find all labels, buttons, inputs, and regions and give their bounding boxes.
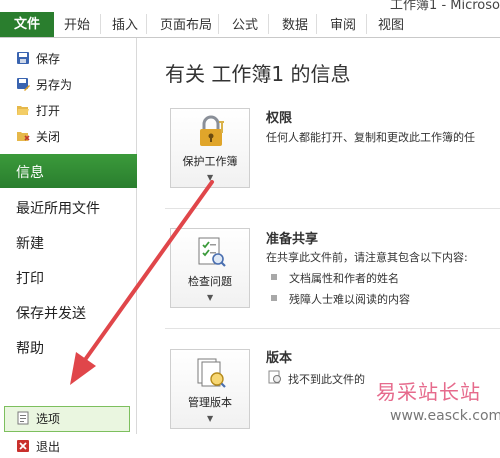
tab-formulas[interactable]: 公式 (232, 14, 258, 33)
versions-text: 找不到此文件的 (288, 373, 365, 386)
versions-heading: 版本 (266, 351, 293, 366)
permissions-heading: 权限 (266, 111, 293, 126)
section-divider (165, 328, 500, 329)
window-title: 工作簿1 - Microso (390, 0, 500, 13)
nav-exit[interactable]: 退出 (0, 434, 136, 458)
dropdown-arrow-icon: ▼ (207, 414, 214, 423)
nav-new[interactable]: 新建 (0, 225, 136, 259)
lock-key-icon (200, 115, 224, 146)
open-folder-icon (17, 106, 29, 115)
nav-close-label: 关闭 (36, 130, 61, 144)
tab-page-layout[interactable]: 页面布局 (160, 14, 212, 33)
tab-home[interactable]: 开始 (64, 14, 90, 33)
section-divider (165, 208, 500, 209)
ribbon-tab-bar: 文件 开始 插入 页面布局 公式 数据 审阅 视图 工作簿1 - Microso (0, 0, 500, 38)
nav-close[interactable]: 关闭 (0, 124, 136, 148)
protect-workbook-button[interactable]: 保护工作簿 ▼ (170, 108, 250, 188)
nav-save-label: 保存 (36, 52, 61, 66)
nav-save-send[interactable]: 保存并发送 (0, 295, 136, 329)
close-folder-icon (17, 132, 30, 141)
prepare-sharing-heading: 准备共享 (266, 232, 319, 247)
tab-separator (218, 14, 219, 34)
nav-save-as[interactable]: 另存为 (0, 72, 136, 96)
no-versions-icon (268, 370, 281, 384)
nav-open[interactable]: 打开 (0, 98, 136, 122)
tab-separator (316, 14, 317, 34)
nav-recent-label: 最近所用文件 (16, 201, 100, 217)
tab-review[interactable]: 审阅 (330, 14, 356, 33)
permissions-text: 任何人都能打开、复制和更改此工作簿的任 (266, 131, 475, 144)
dropdown-arrow-icon: ▼ (207, 293, 214, 302)
tab-view[interactable]: 视图 (378, 14, 404, 33)
info-panel: 有关 工作簿1 的信息 保护工作簿 ▼ 权限 任何人都能打开、复制和更改此工作簿… (137, 38, 500, 434)
nav-save-send-label: 保存并发送 (16, 306, 86, 322)
tab-insert[interactable]: 插入 (112, 14, 138, 33)
nav-options-label: 选项 (36, 412, 61, 426)
nav-info-label: 信息 (16, 165, 44, 181)
nav-info[interactable]: 信息 (0, 154, 150, 188)
manage-versions-button[interactable]: 管理版本 ▼ (170, 349, 250, 429)
check-issues-label: 检查问题 (188, 275, 232, 288)
page-title: 有关 工作簿1 的信息 (165, 62, 351, 86)
tab-separator (146, 14, 147, 34)
save-icon (17, 52, 29, 64)
watermark-text: 易采站长站 (376, 380, 481, 404)
tab-data[interactable]: 数据 (282, 14, 308, 33)
protect-workbook-label: 保护工作簿 (182, 155, 238, 168)
nav-print[interactable]: 打印 (0, 260, 136, 294)
exit-icon (17, 440, 29, 452)
backstage-nav: 保存 另存为 打开 关闭 信息 最近所用文件 新建 打印 保存并发送 帮助 选项… (0, 38, 150, 454)
nav-exit-label: 退出 (36, 440, 61, 454)
tab-file[interactable]: 文件 (0, 12, 54, 37)
nav-print-label: 打印 (16, 271, 44, 287)
tab-separator (100, 14, 101, 34)
tab-separator (268, 14, 269, 34)
nav-options[interactable]: 选项 (0, 406, 136, 430)
dropdown-arrow-icon: ▼ (207, 173, 214, 182)
list-item-text: 残障人士难以阅读的内容 (289, 293, 410, 306)
prepare-sharing-text: 在共享此文件前，请注意其包含以下内容: (266, 251, 468, 264)
tab-separator (366, 14, 367, 34)
check-issues-button[interactable]: 检查问题 ▼ (170, 228, 250, 308)
nav-open-label: 打开 (36, 104, 61, 118)
save-as-icon (17, 78, 30, 91)
nav-save[interactable]: 保存 (0, 46, 136, 70)
nav-help[interactable]: 帮助 (0, 330, 136, 364)
nav-new-label: 新建 (16, 236, 44, 252)
nav-recent[interactable]: 最近所用文件 (0, 190, 136, 224)
manage-versions-icon (197, 358, 226, 388)
list-item-text: 文档属性和作者的姓名 (289, 272, 399, 285)
watermark-url: www.easck.com (390, 408, 500, 424)
manage-versions-label: 管理版本 (188, 396, 232, 409)
nav-save-as-label: 另存为 (36, 78, 73, 92)
watermark: 易采站长站 www.easck.com (376, 376, 500, 434)
nav-help-label: 帮助 (16, 341, 44, 357)
options-icon (17, 411, 29, 425)
inspect-document-icon (198, 237, 226, 267)
